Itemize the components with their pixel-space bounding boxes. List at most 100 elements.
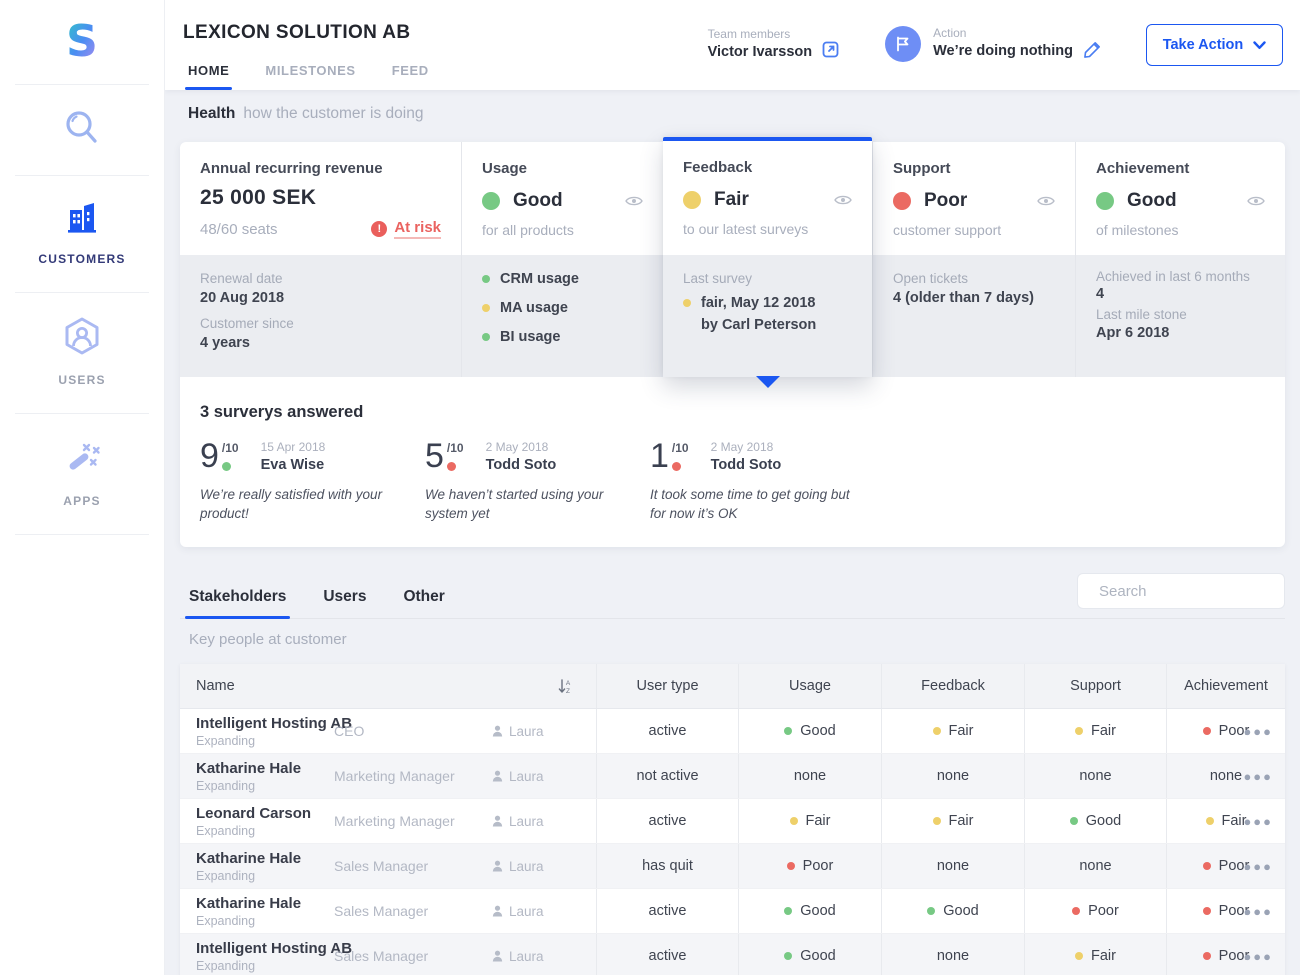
table-row[interactable]: Intelligent Hosting AB Expanding Sales M… <box>180 934 1285 975</box>
detail-label: Open tickets <box>893 271 1055 286</box>
at-risk-link[interactable]: ! At risk <box>371 219 441 239</box>
row-menu-icon[interactable]: ●●● <box>1243 769 1273 784</box>
sort-az-icon[interactable]: A Z <box>558 678 574 700</box>
status-dot <box>1075 727 1083 735</box>
row-menu-icon[interactable]: ●●● <box>1243 904 1273 919</box>
sidebar-item-apps[interactable]: APPS <box>0 414 164 534</box>
edit-pencil-icon[interactable] <box>1083 40 1102 64</box>
table-row[interactable]: Leonard Carson Expanding Marketing Manag… <box>180 799 1285 844</box>
person-name: Leonard Carson <box>196 805 320 822</box>
sidebar-item-search[interactable] <box>0 85 164 175</box>
person-icon <box>492 950 503 962</box>
people-section: Stakeholders Users Other Key people at c… <box>180 573 1285 975</box>
search-input[interactable] <box>1099 583 1298 600</box>
usage-cell: Good <box>800 723 835 739</box>
usage-item: MA usage <box>500 300 568 316</box>
sidebar-divider <box>15 534 149 535</box>
status-dot <box>1206 817 1214 825</box>
tab-milestones[interactable]: MILESTONES <box>265 63 355 90</box>
status-dot <box>482 192 500 210</box>
card-usage[interactable]: Usage Good for all products CRM usage MA <box>461 142 663 377</box>
survey-item: 5 /10 2 May 2018 Todd Soto We haven’t st… <box>425 440 650 524</box>
detail-label: Last mile stone <box>1096 307 1265 322</box>
person-icon <box>492 815 503 827</box>
sidebar-item-users[interactable]: USERS <box>0 293 164 413</box>
tab-other[interactable]: Other <box>403 588 444 618</box>
detail-label: Renewal date <box>200 271 441 286</box>
status-dot <box>1203 907 1211 915</box>
card-subtitle: customer support <box>893 222 1055 238</box>
external-link-icon[interactable] <box>822 41 839 63</box>
take-action-button[interactable]: Take Action <box>1146 24 1283 66</box>
users-icon <box>60 315 104 359</box>
card-achievement[interactable]: Achievement Good of milestones Achieved … <box>1075 142 1285 377</box>
surveys-title: 3 surverys answered <box>200 403 1265 422</box>
feedback-cell: Good <box>943 903 978 919</box>
survey-score: 9 <box>200 440 219 472</box>
survey-dot <box>672 462 681 471</box>
table-row[interactable]: Katharine Hale Expanding Sales Manager L… <box>180 889 1285 934</box>
eye-icon[interactable] <box>1037 195 1055 207</box>
tab-stakeholders[interactable]: Stakeholders <box>189 588 286 618</box>
take-action-label: Take Action <box>1163 37 1244 53</box>
person-tag: Expanding <box>196 959 320 973</box>
app-root: S <box>0 0 1300 975</box>
surveys-section: 3 surverys answered 9 /10 15 Apr 2018 Ev… <box>180 377 1285 547</box>
team-members-group: Team members Victor Ivarsson <box>708 27 840 63</box>
status-dot <box>790 817 798 825</box>
row-menu-icon[interactable]: ●●● <box>1243 814 1273 829</box>
row-menu-icon[interactable]: ●●● <box>1243 859 1273 874</box>
card-subtitle: of milestones <box>1096 222 1265 238</box>
achievement-cell: none <box>1210 768 1242 784</box>
status-dot <box>784 952 792 960</box>
status-dot <box>784 727 792 735</box>
support-cell: Fair <box>1091 723 1116 739</box>
status-dot <box>784 907 792 915</box>
owner-name: Laura <box>509 724 544 739</box>
person-name: Katharine Hale <box>196 895 320 912</box>
action-group: Action We’re doing nothing <box>885 26 1102 64</box>
page-tabs: HOME MILESTONES FEED <box>188 63 429 90</box>
card-title: Annual recurring revenue <box>200 160 441 177</box>
status-text: Good <box>1127 190 1177 212</box>
status-dot <box>482 333 490 341</box>
feedback-cell: none <box>937 948 969 964</box>
tab-home[interactable]: HOME <box>188 63 229 90</box>
eye-icon[interactable] <box>834 194 852 206</box>
last-survey-author: by Carl Peterson <box>701 317 852 333</box>
table-row[interactable]: Katharine Hale Expanding Marketing Manag… <box>180 754 1285 799</box>
card-title: Support <box>893 160 1055 177</box>
person-role: Sales Manager <box>334 903 428 919</box>
detail-value: 4 (older than 7 days) <box>893 290 1055 306</box>
user-type-cell: has quit <box>642 858 693 874</box>
card-subtitle: for all products <box>482 222 643 238</box>
owner-name: Laura <box>509 949 544 964</box>
person-tag: Expanding <box>196 779 320 793</box>
row-menu-icon[interactable]: ●●● <box>1243 949 1273 964</box>
card-annual-recurring-revenue[interactable]: Annual recurring revenue 25 000 SEK 48/6… <box>180 142 461 377</box>
table-row[interactable]: Katharine Hale Expanding Sales Manager L… <box>180 844 1285 889</box>
status-dot <box>933 727 941 735</box>
person-role: Marketing Manager <box>334 813 455 829</box>
table-row[interactable]: Intelligent Hosting AB Expanding CEO Lau… <box>180 709 1285 754</box>
app-logo[interactable]: S <box>0 0 164 84</box>
card-support[interactable]: Support Poor customer support Open ticke… <box>872 142 1075 377</box>
eye-icon[interactable] <box>625 195 643 207</box>
team-members-label: Team members <box>708 27 813 41</box>
status-dot <box>933 817 941 825</box>
tab-users[interactable]: Users <box>323 588 366 618</box>
survey-quote: We’re really satisfied with your product… <box>200 486 412 524</box>
status-dot <box>1203 862 1211 870</box>
eye-icon[interactable] <box>1247 195 1265 207</box>
survey-date: 15 Apr 2018 <box>261 440 326 454</box>
stakeholders-table: Name A Z User type Usage Feedback Suppor… <box>180 664 1285 975</box>
column-header-usage: Usage <box>789 678 831 694</box>
row-menu-icon[interactable]: ●●● <box>1243 724 1273 739</box>
feedback-cell: none <box>937 858 969 874</box>
sidebar-item-customers[interactable]: CUSTOMERS <box>0 176 164 292</box>
owner-name: Laura <box>509 814 544 829</box>
status-dot <box>482 275 490 283</box>
tab-feed[interactable]: FEED <box>392 63 429 90</box>
status-text: Poor <box>924 190 967 212</box>
card-feedback-selected[interactable]: Feedback Fair to our latest surveys Last… <box>663 137 872 377</box>
